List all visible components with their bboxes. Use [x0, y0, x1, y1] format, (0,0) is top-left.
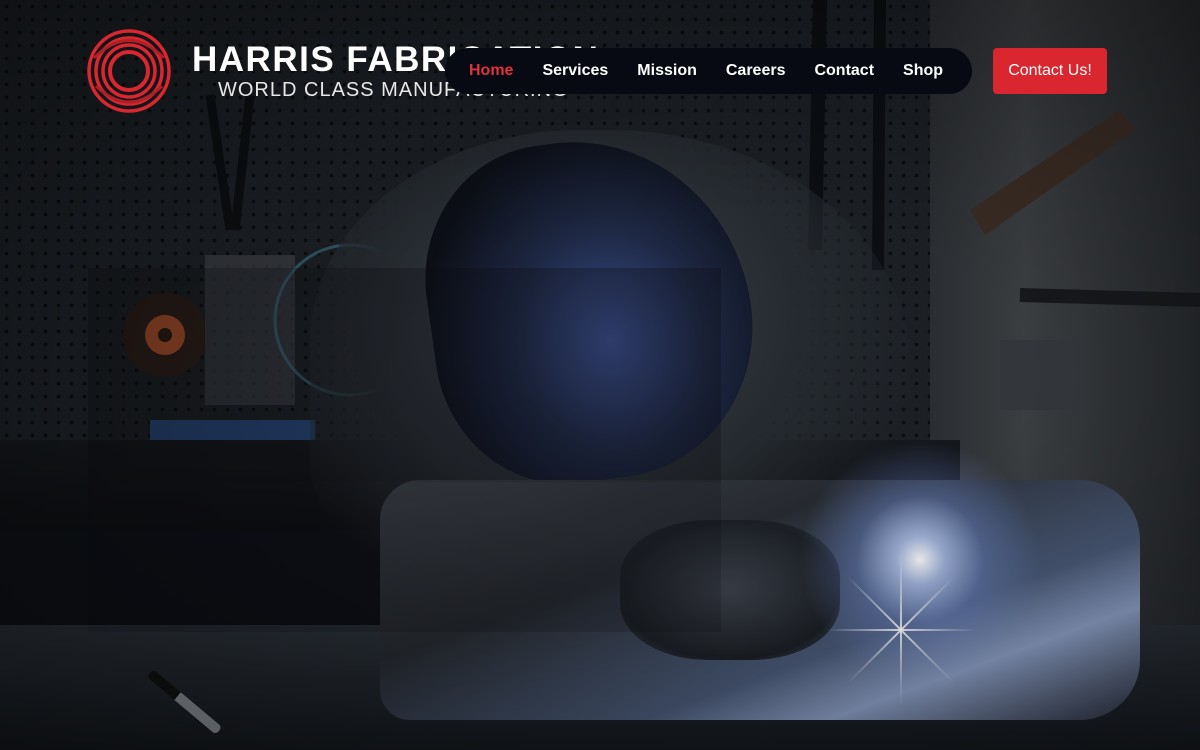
contact-us-button[interactable]: Contact Us! [993, 48, 1107, 94]
hero-background-image [0, 0, 1200, 750]
main-nav: Home Services Mission Careers Contact Sh… [445, 48, 972, 94]
nav-item-shop[interactable]: Shop [903, 62, 943, 80]
nav-item-careers[interactable]: Careers [726, 62, 786, 80]
vignette [0, 0, 1200, 750]
concentric-rings-logo-icon[interactable] [86, 28, 172, 114]
nav-item-home[interactable]: Home [469, 62, 513, 80]
nav-item-contact[interactable]: Contact [814, 62, 874, 80]
nav-item-services[interactable]: Services [542, 62, 608, 80]
nav-item-mission[interactable]: Mission [637, 62, 697, 80]
